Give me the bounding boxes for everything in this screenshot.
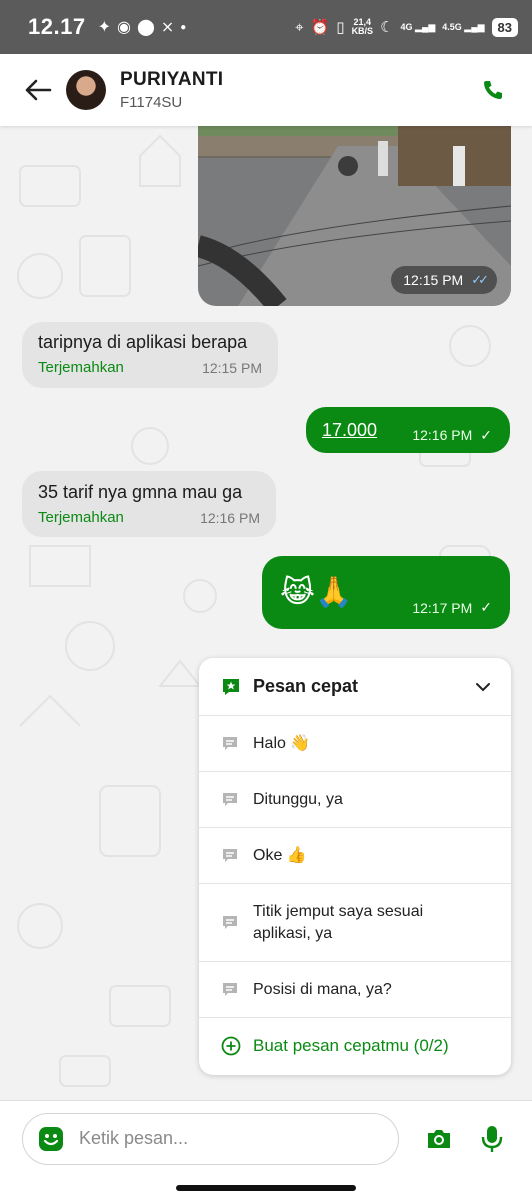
call-button[interactable] bbox=[478, 75, 508, 105]
game-controller-icon: ✦ bbox=[97, 19, 111, 36]
chat-bubble-icon bbox=[223, 848, 237, 862]
photo-timestamp: 12:15 PM ✓✓ bbox=[391, 266, 497, 294]
chat-area[interactable]: 12:15 PM ✓✓ taripnya di aplikasi berapa … bbox=[0, 126, 532, 1100]
message-time: 12:16 PM bbox=[412, 427, 473, 443]
chat-bubble-icon bbox=[223, 982, 237, 996]
location-pin-icon: ◉ bbox=[116, 19, 131, 36]
photo-message[interactable]: 12:15 PM ✓✓ bbox=[198, 126, 511, 306]
message-text[interactable]: 17.000 bbox=[322, 420, 377, 441]
message-input[interactable] bbox=[79, 1128, 369, 1149]
camera-button[interactable] bbox=[421, 1121, 457, 1157]
chat-header: PURIYANTI F1174SU bbox=[0, 54, 532, 126]
quick-reply-label: Halo 👋 bbox=[253, 734, 311, 752]
contact-name: PURIYANTI bbox=[120, 69, 224, 90]
incoming-message[interactable]: taripnya di aplikasi berapa Terjemahkan … bbox=[22, 322, 278, 388]
emoji-message: 😹🙏 bbox=[280, 576, 353, 609]
add-circle-icon bbox=[221, 1036, 241, 1056]
chat-bubble-icon bbox=[223, 915, 237, 929]
quick-reply-label: Titik jemput saya sesuai aplikasi, ya bbox=[253, 902, 424, 942]
create-quick-reply-button[interactable]: Buat pesan cepatmu (0/2) bbox=[199, 1018, 511, 1074]
alarm-icon: ⏰ bbox=[310, 19, 330, 36]
photo-time-text: 12:15 PM bbox=[403, 272, 464, 288]
signal-45g-label: 4.5G bbox=[442, 21, 462, 32]
microphone-button[interactable] bbox=[474, 1121, 510, 1157]
status-bar: 12.17 ✦ ◉ ⬤ ⨯ ● ⌖ ⏰ ▯ 21,4 KB/S ☾ 4G ▂▄▆… bbox=[0, 0, 532, 54]
home-gesture-handle[interactable] bbox=[176, 1185, 356, 1191]
quick-reply-item[interactable]: Halo 👋 bbox=[199, 716, 511, 772]
back-button[interactable] bbox=[22, 74, 54, 106]
quick-reply-panel: Pesan cepat Halo 👋 Ditunggu, ya Oke 👍 Ti… bbox=[199, 658, 511, 1075]
message-time: 12:17 PM bbox=[412, 599, 473, 616]
location-icon: ⌖ bbox=[295, 18, 304, 36]
message-text: taripnya di aplikasi berapa bbox=[38, 332, 248, 352]
quick-reply-header[interactable]: Pesan cepat bbox=[199, 658, 511, 716]
message-input-container[interactable] bbox=[22, 1112, 399, 1165]
phone-icon bbox=[484, 81, 502, 99]
translate-link[interactable]: Terjemahkan bbox=[38, 359, 124, 376]
outgoing-message[interactable]: 17.000 12:16 PM ✓ bbox=[306, 407, 510, 453]
quick-reply-label: Posisi di mana, ya? bbox=[253, 980, 392, 998]
battery-indicator: 83 bbox=[491, 17, 518, 37]
chevron-down-icon[interactable] bbox=[475, 682, 491, 692]
notification-icons: ✦ ◉ ⬤ ⨯ ● bbox=[98, 17, 187, 37]
create-quick-reply-label: Buat pesan cepatmu (0/2) bbox=[253, 1036, 449, 1055]
outgoing-message[interactable]: 😹🙏 12:17 PM ✓ bbox=[262, 556, 510, 629]
contact-info[interactable]: PURIYANTI F1174SU bbox=[120, 69, 223, 111]
status-right-icons: ⌖ ⏰ ▯ 21,4 KB/S ☾ 4G ▂▄▆ 4.5G ▂▄▆ 83 bbox=[295, 17, 518, 37]
quick-reply-item[interactable]: Oke 👍 bbox=[199, 828, 511, 884]
incoming-message[interactable]: 35 tarif nya gmna mau ga Terjemahkan 12:… bbox=[22, 471, 276, 537]
circle-app-icon: ⬤ bbox=[136, 19, 155, 36]
status-time: 12.17 bbox=[28, 14, 86, 39]
plate-number: F1174SU bbox=[120, 94, 183, 111]
quick-reply-item[interactable]: Posisi di mana, ya? bbox=[199, 962, 511, 1018]
quick-reply-label: Oke 👍 bbox=[253, 846, 307, 864]
quick-reply-item[interactable]: Ditunggu, ya bbox=[199, 772, 511, 828]
network-speed-unit: KB/S bbox=[351, 26, 374, 36]
app-logo-icon: ⨯ bbox=[160, 19, 175, 36]
message-text: 35 tarif nya gmna mau ga bbox=[38, 482, 243, 502]
sticker-icon[interactable] bbox=[37, 1125, 65, 1153]
microphone-icon bbox=[481, 1125, 503, 1152]
quick-reply-title: Pesan cepat bbox=[253, 676, 359, 696]
back-arrow-icon bbox=[25, 79, 52, 101]
message-input-bar bbox=[0, 1100, 532, 1176]
avatar[interactable] bbox=[66, 70, 106, 110]
system-nav-bar bbox=[0, 1176, 532, 1200]
signal-4g-label: 4G bbox=[400, 21, 413, 32]
chat-bubble-icon bbox=[223, 736, 237, 750]
network-speed: 21,4 KB/S bbox=[352, 18, 374, 36]
translate-link[interactable]: Terjemahkan bbox=[38, 509, 124, 526]
quick-reply-label: Ditunggu, ya bbox=[253, 790, 343, 808]
double-check-icon: ✓✓ bbox=[471, 272, 489, 287]
quick-reply-item[interactable]: Titik jemput saya sesuai aplikasi, ya bbox=[199, 884, 511, 962]
check-icon: ✓ bbox=[480, 426, 492, 443]
more-dot-icon: ● bbox=[180, 21, 187, 33]
signal-4g: 4G ▂▄▆ bbox=[400, 21, 436, 32]
signal-45g: 4.5G ▂▄▆ bbox=[442, 21, 485, 32]
message-time: 12:15 PM bbox=[202, 359, 262, 376]
check-icon: ✓ bbox=[480, 599, 492, 615]
camera-icon bbox=[427, 1129, 450, 1148]
vibrate-icon: ▯ bbox=[336, 19, 345, 36]
quick-reply-star-icon bbox=[223, 678, 239, 695]
message-time: 12:16 PM bbox=[200, 509, 260, 526]
chat-bubble-icon bbox=[223, 792, 237, 806]
do-not-disturb-icon: ☾ bbox=[380, 19, 394, 36]
